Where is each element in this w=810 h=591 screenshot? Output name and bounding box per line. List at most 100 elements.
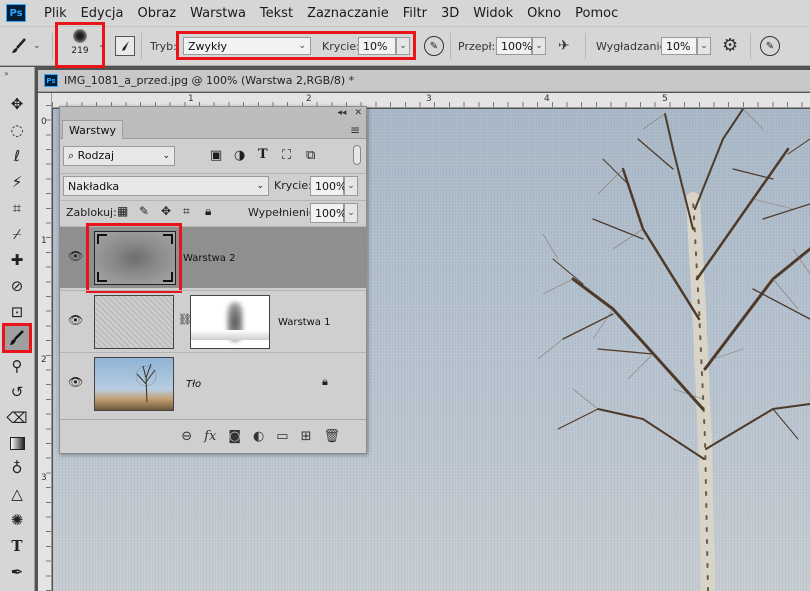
chevron-down-icon[interactable]: ⌄	[98, 40, 106, 50]
new-layer-icon[interactable]: ⊞	[301, 429, 312, 444]
clone-stamp-tool-icon[interactable]: ⚲	[5, 355, 29, 377]
fill-dropdown[interactable]: ⌄	[344, 203, 358, 223]
mask-icon[interactable]: ◙	[228, 429, 241, 444]
eyedropper-tool-icon[interactable]: ⌿	[5, 223, 29, 245]
menu-warstwa[interactable]: Warstwa	[190, 6, 246, 21]
menu-tekst[interactable]: Tekst	[260, 6, 293, 21]
layer-thumbnail[interactable]	[94, 295, 174, 349]
tab-layers[interactable]: Warstwy	[62, 120, 123, 139]
visibility-eye-icon[interactable]: 👁︎	[68, 313, 83, 327]
layer-kind-filter[interactable]: ⌕ Rodzaj ⌄	[63, 146, 175, 166]
opacity-label: Krycie:	[322, 40, 360, 53]
lock-all-icon[interactable]: 🔒︎	[205, 204, 211, 219]
smoothing-label: Wygładzanie:	[596, 40, 671, 53]
pixel-filter-icon[interactable]: ▣	[210, 148, 222, 163]
layer-row-warstwa-2[interactable]: 👁︎ Warstwa 2	[60, 223, 366, 293]
sponge-tool-icon[interactable]: ✺	[5, 509, 29, 531]
search-icon: ⌕	[68, 149, 78, 162]
gradient-tool-icon[interactable]	[5, 432, 29, 454]
close-icon[interactable]: ✕	[354, 108, 362, 118]
layer-blend-mode-select[interactable]: Nakładka ⌄	[63, 176, 269, 196]
group-icon[interactable]: ▭	[276, 429, 288, 444]
dodge-tool-icon[interactable]: △	[5, 483, 29, 505]
ruler-label: 1	[188, 94, 194, 104]
menu-zaznaczanie[interactable]: Zaznaczanie	[307, 6, 389, 21]
collapse-icon[interactable]: ◂◂	[337, 108, 346, 118]
adjustment-icon[interactable]: ◐	[253, 429, 264, 444]
menu-obraz[interactable]: Obraz	[137, 6, 176, 21]
layer-name[interactable]: Warstwa 1	[278, 317, 330, 328]
airbrush-icon[interactable]: ✈	[558, 38, 570, 54]
menu-filtr[interactable]: Filtr	[403, 6, 427, 21]
layer-opacity-dropdown[interactable]: ⌄	[344, 176, 358, 196]
brush-settings-button[interactable]	[115, 36, 135, 56]
layer-opacity-label: Krycie:	[274, 179, 312, 192]
marquee-tool-icon[interactable]: ◌	[5, 119, 29, 141]
opacity-input[interactable]: 10%	[358, 37, 396, 55]
move-tool-icon[interactable]: ✥	[5, 93, 29, 115]
healing-brush-tool-icon[interactable]: ✚	[5, 249, 29, 271]
layer-row-tlo[interactable]: 👁︎ Tło 🔒︎	[60, 352, 366, 414]
panel-tabs: Warstwy ≡	[60, 119, 366, 139]
pen-tool-icon[interactable]: ✒	[5, 561, 29, 583]
brush-icon	[10, 330, 24, 345]
brush-tool-icon[interactable]	[2, 323, 32, 353]
layer-thumbnail[interactable]	[94, 357, 174, 411]
eraser-tool-icon[interactable]: ⌫	[5, 407, 29, 429]
filter-toggle[interactable]	[353, 145, 361, 165]
lasso-tool-icon[interactable]: ℓ	[5, 145, 29, 167]
menu-3d[interactable]: 3D	[441, 6, 459, 21]
smart-object-filter-icon[interactable]: ⧉	[306, 148, 315, 163]
trash-icon[interactable]: 🗑︎	[323, 429, 340, 444]
blur-tool-icon[interactable]: ♁	[5, 457, 29, 479]
layer-opacity-input[interactable]: 100%	[310, 176, 346, 196]
flow-input[interactable]: 100%	[496, 37, 532, 55]
frame-tool-icon[interactable]: ⊡	[5, 301, 29, 323]
flow-dropdown-button[interactable]: ⌄	[532, 37, 546, 55]
layer-name[interactable]: Warstwa 2	[183, 253, 235, 264]
lock-row: Zablokuj: ▦ ✎ ✥ ⌗ 🔒︎ Wypełnienie: 100% ⌄	[60, 200, 366, 224]
patch-tool-icon[interactable]: ⊘	[5, 275, 29, 297]
history-brush-tool-icon[interactable]: ↺	[5, 381, 29, 403]
layer-row-warstwa-1[interactable]: 👁︎ ⛓ Warstwa 1	[60, 290, 366, 352]
layer-name[interactable]: Tło	[186, 379, 201, 390]
menu-widok[interactable]: Widok	[473, 6, 513, 21]
lock-pixels-icon[interactable]: ✎	[139, 204, 149, 218]
tool-preset-picker[interactable]: ⌄	[8, 35, 52, 57]
magic-wand-tool-icon[interactable]: ⚡	[5, 171, 29, 193]
brush-icon	[12, 38, 26, 53]
smoothing-value: 10%	[666, 39, 691, 53]
menu-okno[interactable]: Okno	[527, 6, 561, 21]
smoothing-input[interactable]: 10%	[661, 37, 697, 55]
panel-menu-icon[interactable]: ≡	[350, 123, 360, 137]
lock-artboard-icon[interactable]: ⌗	[183, 204, 190, 219]
smoothing-dropdown-button[interactable]: ⌄	[697, 37, 711, 55]
document-tab[interactable]: Ps IMG_1081_a_przed.jpg @ 100% (Warstwa …	[38, 70, 810, 92]
fill-input[interactable]: 100%	[310, 203, 346, 223]
layer-mask-thumbnail[interactable]	[190, 295, 270, 349]
type-tool-icon[interactable]: T	[5, 535, 29, 557]
shape-filter-icon[interactable]: ⛶	[282, 148, 291, 163]
crop-tool-icon[interactable]: ⌗	[5, 197, 29, 219]
chevron-down-icon: ⌄	[256, 181, 264, 191]
gear-icon[interactable]: ⚙	[722, 35, 738, 56]
pressure-opacity-icon[interactable]: ✎	[424, 36, 444, 56]
collapse-arrows-icon[interactable]: »	[4, 69, 9, 78]
lock-position-icon[interactable]: ✥	[161, 204, 171, 218]
lock-transparent-icon[interactable]: ▦	[117, 204, 128, 218]
fx-icon[interactable]: fx	[204, 429, 216, 444]
opacity-value: 10%	[363, 39, 388, 53]
blend-mode-select[interactable]: Zwykły ⌄	[183, 37, 311, 55]
visibility-eye-icon[interactable]: 👁︎	[68, 249, 83, 263]
link-icon[interactable]: ⊖	[181, 429, 192, 444]
pressure-size-icon[interactable]: ✎	[760, 36, 780, 56]
type-filter-icon[interactable]: T	[258, 147, 268, 162]
menu-edycja[interactable]: Edycja	[81, 6, 124, 21]
ruler-vertical[interactable]: 0 1 2 3	[38, 93, 52, 591]
adjustment-filter-icon[interactable]: ◑	[234, 148, 245, 163]
menu-plik[interactable]: Plik	[44, 6, 67, 21]
brush-preset-picker[interactable]: 219	[60, 26, 100, 64]
opacity-dropdown-button[interactable]: ⌄	[396, 37, 410, 55]
menu-pomoc[interactable]: Pomoc	[575, 6, 618, 21]
visibility-eye-icon[interactable]: 👁︎	[68, 375, 83, 389]
